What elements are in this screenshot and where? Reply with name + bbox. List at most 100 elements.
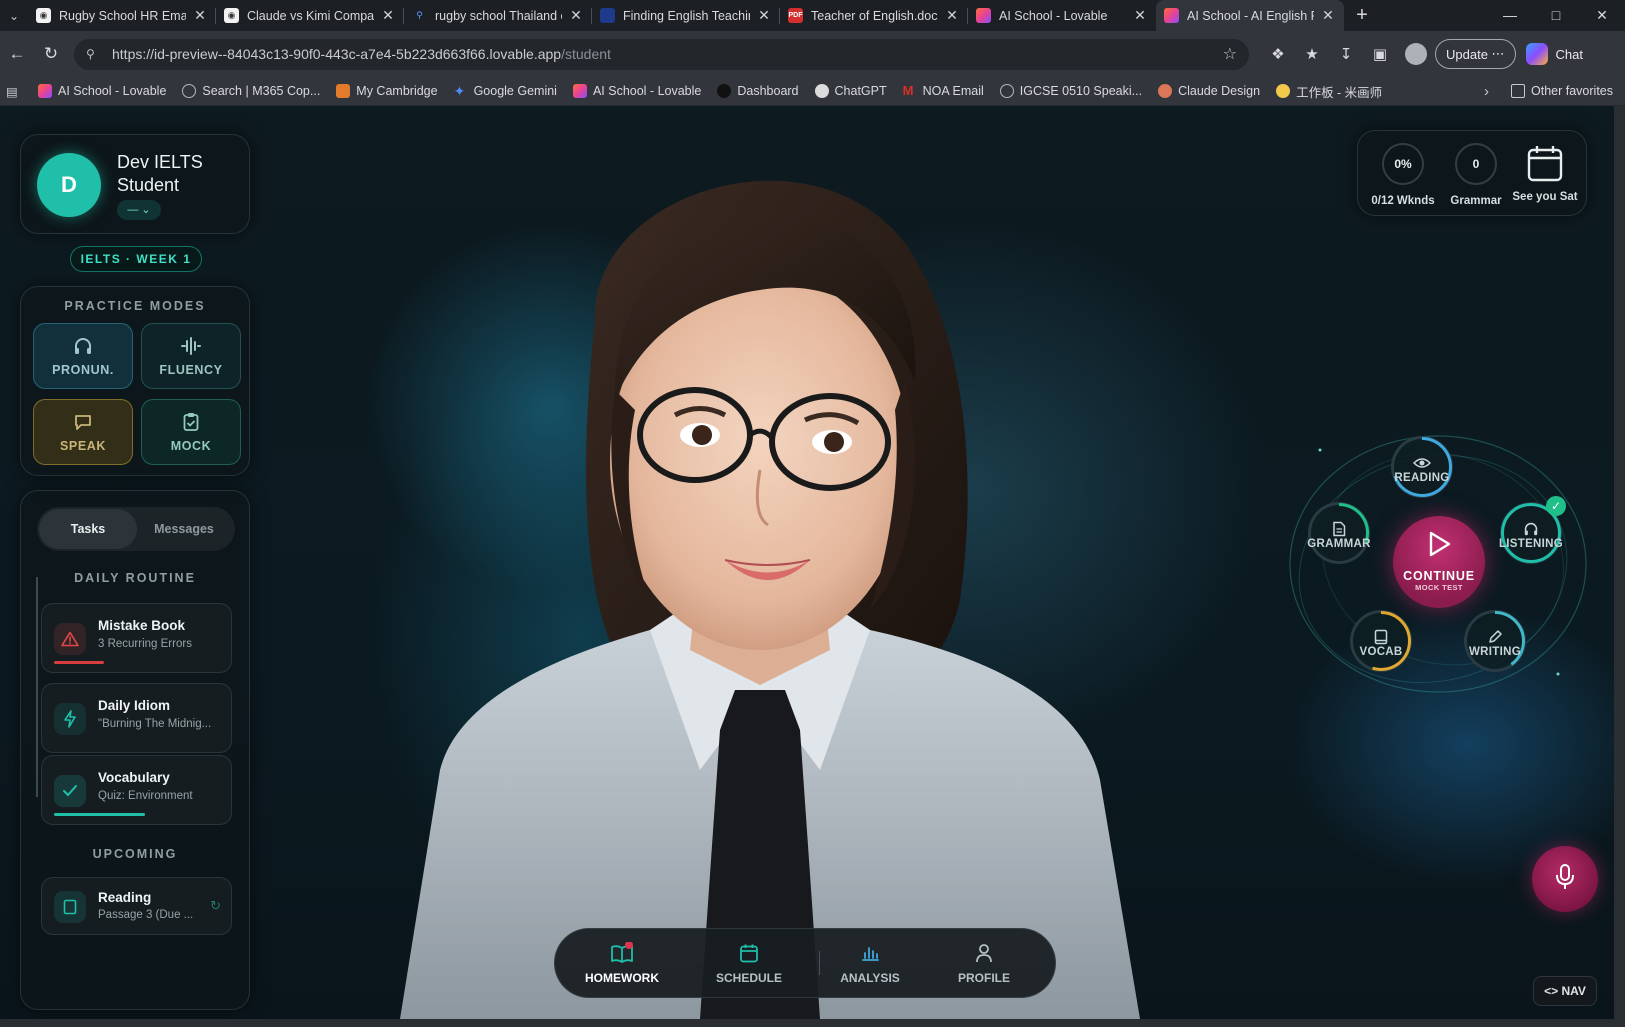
browser-tab[interactable]: ◉ Rugby School HR Email ✕ <box>28 0 216 31</box>
lightning-icon <box>54 703 86 735</box>
page-scrollbar[interactable] <box>1614 106 1625 1019</box>
bookmark-item[interactable]: AI School - Lovable <box>38 84 166 98</box>
microphone-icon <box>1554 863 1576 896</box>
task-daily-idiom[interactable]: Daily Idiom "Burning The Midnig... <box>41 683 232 753</box>
browser-tab[interactable]: PDF Teacher of English.docx (1 ✕ <box>780 0 968 31</box>
skill-vocab[interactable]: VOCAB <box>1350 610 1412 672</box>
clipboard-check-icon <box>177 411 205 433</box>
maximize-icon[interactable]: □ <box>1533 7 1579 24</box>
task-title: Vocabulary <box>98 770 170 785</box>
continue-label: CONTINUE <box>1403 569 1475 583</box>
speak-mode-button[interactable]: SPEAK <box>33 399 133 465</box>
bookmark-item[interactable]: Claude Design <box>1158 84 1260 98</box>
upcoming-title: UPCOMING <box>92 847 178 861</box>
person-icon <box>929 941 1039 965</box>
more-bookmarks-chevron-icon[interactable]: › <box>1484 83 1489 100</box>
skill-reading[interactable]: READING <box>1391 436 1453 498</box>
microphone-button[interactable] <box>1532 846 1598 912</box>
bookmark-item[interactable]: ✦ Google Gemini <box>454 84 557 98</box>
task-title: Mistake Book <box>98 618 186 633</box>
close-tab-icon[interactable]: ✕ <box>568 7 584 24</box>
extensions-icon[interactable]: ❖ <box>1261 45 1295 63</box>
favorites-icon[interactable]: ★ <box>1295 45 1329 63</box>
window-controls: — □ ✕ <box>1487 7 1625 24</box>
task-reading[interactable]: Reading Passage 3 (Due ... ↻ <box>41 877 232 935</box>
tab-label: AI School - AI English Prac <box>1187 8 1314 23</box>
nav-analysis[interactable]: ANALYSIS <box>815 941 925 985</box>
flag-icon <box>600 8 615 23</box>
tab-tasks[interactable]: Tasks <box>39 509 137 549</box>
globe-icon <box>999 84 1014 98</box>
skill-writing[interactable]: WRITING <box>1464 610 1526 672</box>
copilot-icon <box>1525 43 1548 65</box>
url-input[interactable]: ⚲ https://id-preview--84043c13-90f0-443c… <box>74 38 1249 70</box>
bookmark-item[interactable]: ChatGPT <box>814 84 887 98</box>
browser-tab[interactable]: Finding English Teaching J ✕ <box>592 0 780 31</box>
task-title: Reading <box>98 890 152 905</box>
nav-toggle-button[interactable]: <> NAV <box>1533 976 1597 1006</box>
bookmark-item[interactable]: IGCSE 0510 Speaki... <box>999 84 1142 98</box>
close-tab-icon[interactable]: ✕ <box>944 7 960 24</box>
tab-label: Rugby School HR Email <box>59 8 186 23</box>
level-dropdown[interactable]: — ⌄ <box>117 200 161 220</box>
reload-icon[interactable]: ↻ <box>34 44 68 64</box>
tab-messages[interactable]: Messages <box>135 509 233 549</box>
bookmark-star-icon[interactable]: ☆ <box>1223 44 1237 64</box>
browser-tab-active[interactable]: AI School - AI English Prac ✕ <box>1156 0 1344 31</box>
grammar-progress-ring <box>1309 503 1369 563</box>
close-tab-icon[interactable]: ✕ <box>756 7 772 24</box>
weekends-label: 0/12 Wknds <box>1371 195 1435 207</box>
nav-schedule[interactable]: SCHEDULE <box>694 941 804 985</box>
continue-mock-test-button[interactable]: CONTINUE MOCK TEST <box>1393 516 1485 608</box>
site-info-icon[interactable]: ⚲ <box>86 47 102 61</box>
fluency-mode-button[interactable]: FLUENCY <box>141 323 241 389</box>
bookmark-item[interactable]: AI School - Lovable <box>572 84 701 98</box>
screenshot-icon[interactable]: ▣ <box>1363 45 1397 63</box>
close-tab-icon[interactable]: ✕ <box>1320 7 1336 24</box>
tab-label: Teacher of English.docx (1 <box>811 8 938 23</box>
pronunciation-mode-button[interactable]: PRONUN. <box>33 323 133 389</box>
task-mistake-book[interactable]: Mistake Book 3 Recurring Errors <box>41 603 232 673</box>
back-icon[interactable]: ← <box>0 44 34 64</box>
student-profile-card: D Dev IELTS Student — ⌄ <box>20 134 250 234</box>
tab-actions-chevron-icon[interactable]: ⌄ <box>0 0 28 31</box>
bookmark-item[interactable]: M NOA Email <box>903 84 984 99</box>
browser-tab[interactable]: ◉ Claude vs Kimi Compariso ✕ <box>216 0 404 31</box>
nav-label: HOMEWORK <box>585 971 659 985</box>
claude-icon: ◉ <box>224 8 239 23</box>
update-button[interactable]: Update ⋯ <box>1435 39 1516 69</box>
new-tab-icon[interactable]: + <box>1344 4 1380 27</box>
browser-tab-bar: ⌄ ◉ Rugby School HR Email ✕ ◉ Claude vs … <box>0 0 1625 31</box>
close-tab-icon[interactable]: ✕ <box>380 7 396 24</box>
url-text: https://id-preview--84043c13-90f0-443c-a… <box>112 46 611 62</box>
next-session-stat[interactable]: See you Sat <box>1510 141 1580 203</box>
bookmark-item[interactable]: Search | M365 Cop... <box>182 84 320 98</box>
bookmark-item[interactable]: My Cambridge <box>336 84 438 98</box>
browser-tab[interactable]: ⚲ rugby school Thailand eng ✕ <box>404 0 592 31</box>
practice-modes-card: PRACTICE MODES PRONUN. FLUENCY SPEAK MOC… <box>20 286 250 476</box>
close-tab-icon[interactable]: ✕ <box>1132 7 1148 24</box>
open-book-icon <box>567 941 677 965</box>
gemini-icon: ✦ <box>453 83 466 99</box>
app-viewport: D Dev IELTS Student — ⌄ IELTS · WEEK 1 P… <box>0 106 1614 1019</box>
minimize-icon[interactable]: — <box>1487 7 1533 24</box>
nav-homework[interactable]: HOMEWORK <box>567 941 677 985</box>
skill-grammar[interactable]: GRAMMAR <box>1307 502 1370 564</box>
other-favorites[interactable]: Other favorites <box>1511 84 1613 98</box>
weekends-stat: 0% 0/12 Wknds <box>1368 143 1438 207</box>
browser-profile-avatar[interactable] <box>1405 43 1427 65</box>
downloads-icon[interactable]: ↧ <box>1329 45 1363 63</box>
close-window-icon[interactable]: ✕ <box>1579 7 1625 24</box>
mock-mode-button[interactable]: MOCK <box>141 399 241 465</box>
close-tab-icon[interactable]: ✕ <box>192 7 208 24</box>
avatar[interactable]: D <box>37 153 101 217</box>
reading-progress-ring <box>1392 437 1452 497</box>
browser-tab[interactable]: AI School - Lovable ✕ <box>968 0 1156 31</box>
nav-profile[interactable]: PROFILE <box>929 941 1039 985</box>
task-vocabulary[interactable]: Vocabulary Quiz: Environment <box>41 755 232 825</box>
bookmark-item[interactable]: Dashboard <box>717 84 799 98</box>
tab-list-icon[interactable]: ▤ <box>6 84 26 99</box>
daily-routine-title: DAILY ROUTINE <box>74 571 196 585</box>
copilot-chat-button[interactable]: Chat <box>1525 43 1583 65</box>
bookmark-item[interactable]: 工作板 - 米画师 <box>1276 82 1382 101</box>
